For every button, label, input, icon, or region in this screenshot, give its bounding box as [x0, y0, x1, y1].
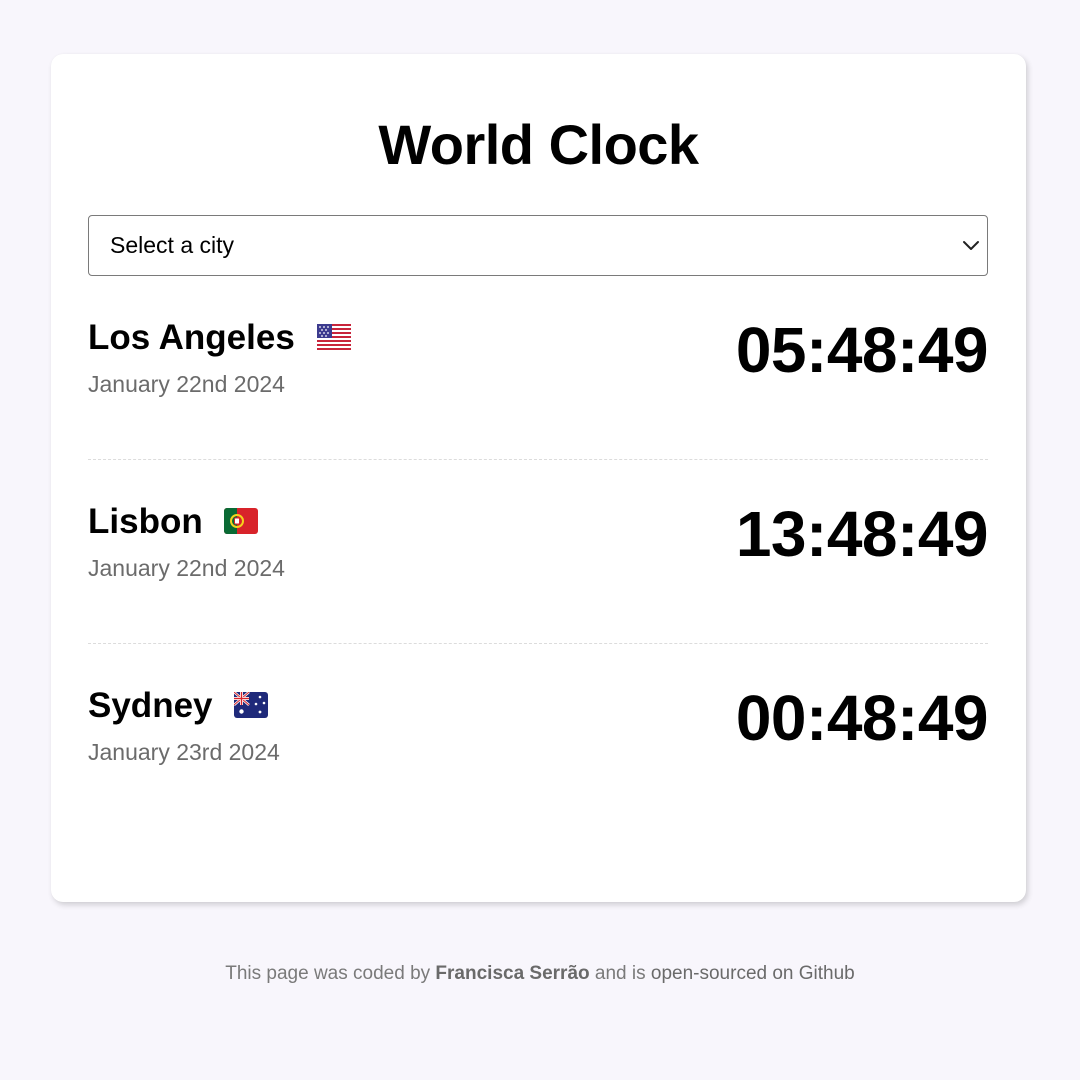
city-time: 05:48:49 — [735, 314, 989, 386]
city-name-row: Lisbon — [88, 500, 259, 544]
us-flag-icon — [316, 324, 351, 350]
world-clock-card: World Clock Select a city Los Angeles Ja… — [51, 54, 1026, 902]
city-row-los-angeles: Los Angeles January 22nd 2024 05:48:49 — [88, 276, 989, 460]
city-row-sydney: Sydney January 23rd 2024 00:48:49 — [88, 644, 989, 828]
city-name-row: Los Angeles — [88, 316, 351, 360]
city-select[interactable]: Select a city — [88, 215, 988, 276]
city-date: January 22nd 2024 — [88, 555, 285, 581]
city-select-value: Select a city — [110, 232, 234, 258]
city-row-lisbon: Lisbon January 22nd 2024 13:48:49 — [88, 460, 989, 644]
city-name: Lisbon — [88, 502, 203, 541]
city-name: Sydney — [88, 686, 213, 725]
city-date: January 23rd 2024 — [88, 739, 280, 765]
footer: This page was coded by Francisca Serrão … — [0, 961, 1080, 987]
city-name: Los Angeles — [88, 318, 295, 357]
footer-middle: and is — [589, 963, 651, 984]
australia-flag-icon — [234, 692, 269, 718]
page-title: World Clock — [378, 113, 699, 176]
city-date: January 22nd 2024 — [88, 371, 285, 397]
github-link[interactable]: open-sourced on Github — [651, 963, 855, 984]
chevron-down-icon — [963, 241, 979, 250]
footer-prefix: This page was coded by — [225, 963, 436, 984]
author-name: Francisca Serrão — [435, 963, 590, 984]
city-name-row: Sydney — [88, 684, 269, 728]
portugal-flag-icon — [224, 508, 259, 534]
city-time: 00:48:49 — [735, 682, 989, 754]
city-time: 13:48:49 — [735, 498, 989, 570]
